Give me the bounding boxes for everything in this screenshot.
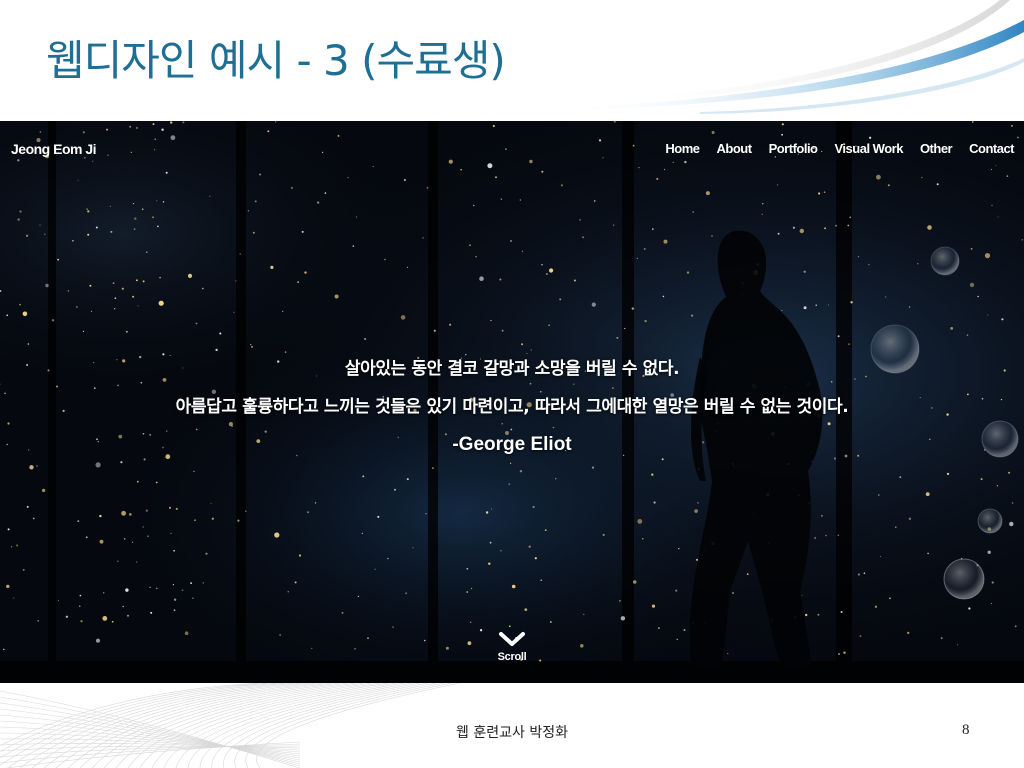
hero-quote: 살아있는 동안 결코 갈망과 소망을 버릴 수 없다. 아름답고 훌륭하다고 느… — [0, 350, 1024, 464]
nav-home[interactable]: Home — [665, 141, 700, 156]
chevron-down-icon — [499, 632, 525, 646]
scroll-label: Scroll — [497, 651, 527, 663]
nav-about[interactable]: About — [717, 141, 753, 156]
quote-author: -George Eliot — [452, 434, 572, 455]
slide-title: 웹디자인 예시 - 3 (수료생) — [46, 36, 506, 85]
quote-line-2: 아름답고 훌륭하다고 느끼는 것들은 있기 마련이고, 따라서 그에대한 열망은… — [175, 397, 849, 417]
slide-footer: 웹 훈련교사 박정화 — [456, 725, 568, 741]
page-number: 8 — [962, 722, 970, 738]
nav-visual-work[interactable]: Visual Work — [835, 141, 904, 156]
nav-contact[interactable]: Contact — [969, 141, 1014, 156]
website-hero: Jeong Eom Ji Home About Portfolio Visual… — [0, 121, 1024, 683]
quote-line-1: 살아있는 동안 결코 갈망과 소망을 버릴 수 없다. — [344, 359, 680, 379]
nav-portfolio[interactable]: Portfolio — [769, 141, 818, 156]
nav-other[interactable]: Other — [920, 141, 953, 156]
site-nav: Home About Portfolio Visual Work Other C… — [665, 141, 1014, 156]
scroll-button[interactable]: Scroll — [487, 631, 537, 663]
site-logo[interactable]: Jeong Eom Ji — [11, 141, 97, 157]
